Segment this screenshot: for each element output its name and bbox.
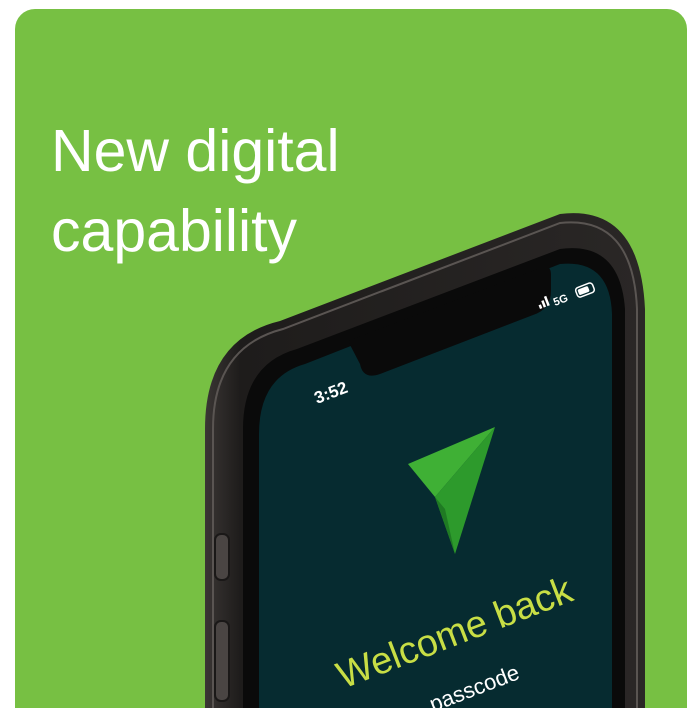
phone-illustration: 3:52 5G Welcome back passcode (205, 213, 645, 708)
phone-side-button-2 (214, 620, 230, 702)
promo-card: New digital capability 3:52 5G Welcome b… (15, 9, 687, 708)
phone-side-button-1 (214, 533, 230, 581)
